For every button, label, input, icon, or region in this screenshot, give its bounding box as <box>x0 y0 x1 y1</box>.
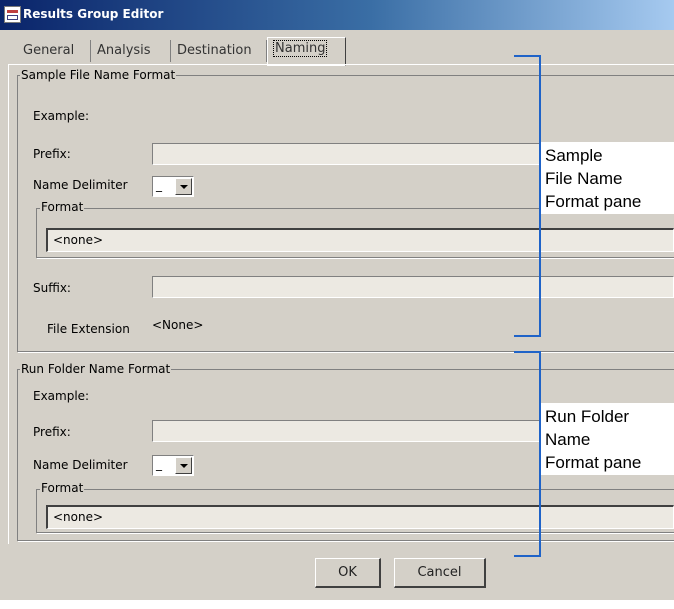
tab-analysis-label: Analysis <box>97 43 151 58</box>
run-delimiter-value: _ <box>156 457 162 471</box>
sample-example-label: Example: <box>33 109 90 123</box>
file-extension-label: File Extension <box>47 322 130 336</box>
sample-format-legend: Format <box>40 200 85 214</box>
chevron-down-icon[interactable] <box>175 178 192 195</box>
cancel-button[interactable]: Cancel <box>394 558 486 588</box>
sample-callout-line-1: Sample <box>545 146 603 165</box>
tab-naming-label: Naming <box>273 40 328 57</box>
run-group-legend: Run Folder Name Format <box>20 362 172 376</box>
sample-format-field[interactable]: <none> <box>46 228 674 252</box>
title-bar[interactable]: Results Group Editor <box>0 0 674 30</box>
run-callout-line-3: Format pane <box>545 453 642 472</box>
results-group-editor-window: Results Group Editor General Analysis De… <box>0 0 674 600</box>
tab-destination[interactable]: Destination <box>171 40 267 62</box>
run-callout-line-2: Name <box>545 430 591 449</box>
sample-delimiter-combo[interactable]: _ <box>152 176 194 197</box>
sample-delimiter-label: Name Delimiter <box>33 178 128 192</box>
run-format-value: <none> <box>53 510 104 524</box>
tab-general-label: General <box>23 43 75 58</box>
run-format-field[interactable]: <none> <box>46 505 674 529</box>
sample-delimiter-value: _ <box>156 178 162 192</box>
run-pane-bracket <box>514 351 541 557</box>
file-extension-value: <None> <box>152 318 204 332</box>
sample-format-value: <none> <box>53 233 104 247</box>
run-callout-line-1: Run Folder <box>545 407 630 426</box>
window-title: Results Group Editor <box>23 7 164 21</box>
sample-callout-line-2: File Name <box>545 169 623 188</box>
sample-suffix-input[interactable] <box>152 276 674 298</box>
sample-callout-line-3: Format pane <box>545 192 642 211</box>
sample-suffix-label: Suffix: <box>33 281 71 295</box>
run-delimiter-combo[interactable]: _ <box>152 455 194 476</box>
run-format-legend: Format <box>40 481 85 495</box>
tab-analysis[interactable]: Analysis <box>91 40 171 62</box>
run-pane-callout: Run Folder Name Format pane <box>541 403 674 475</box>
app-icon <box>4 6 21 23</box>
tab-general[interactable]: General <box>17 40 91 62</box>
run-delimiter-label: Name Delimiter <box>33 458 128 472</box>
sample-pane-callout: Sample File Name Format pane <box>541 142 674 214</box>
run-example-label: Example: <box>33 389 90 403</box>
chevron-down-icon[interactable] <box>175 457 192 474</box>
tab-destination-label: Destination <box>177 43 252 58</box>
sample-prefix-label: Prefix: <box>33 147 71 161</box>
sample-pane-bracket <box>514 55 541 337</box>
run-prefix-label: Prefix: <box>33 425 71 439</box>
ok-button[interactable]: OK <box>315 558 381 588</box>
tab-naming[interactable]: Naming <box>267 37 346 66</box>
sample-group-legend: Sample File Name Format <box>20 68 177 82</box>
